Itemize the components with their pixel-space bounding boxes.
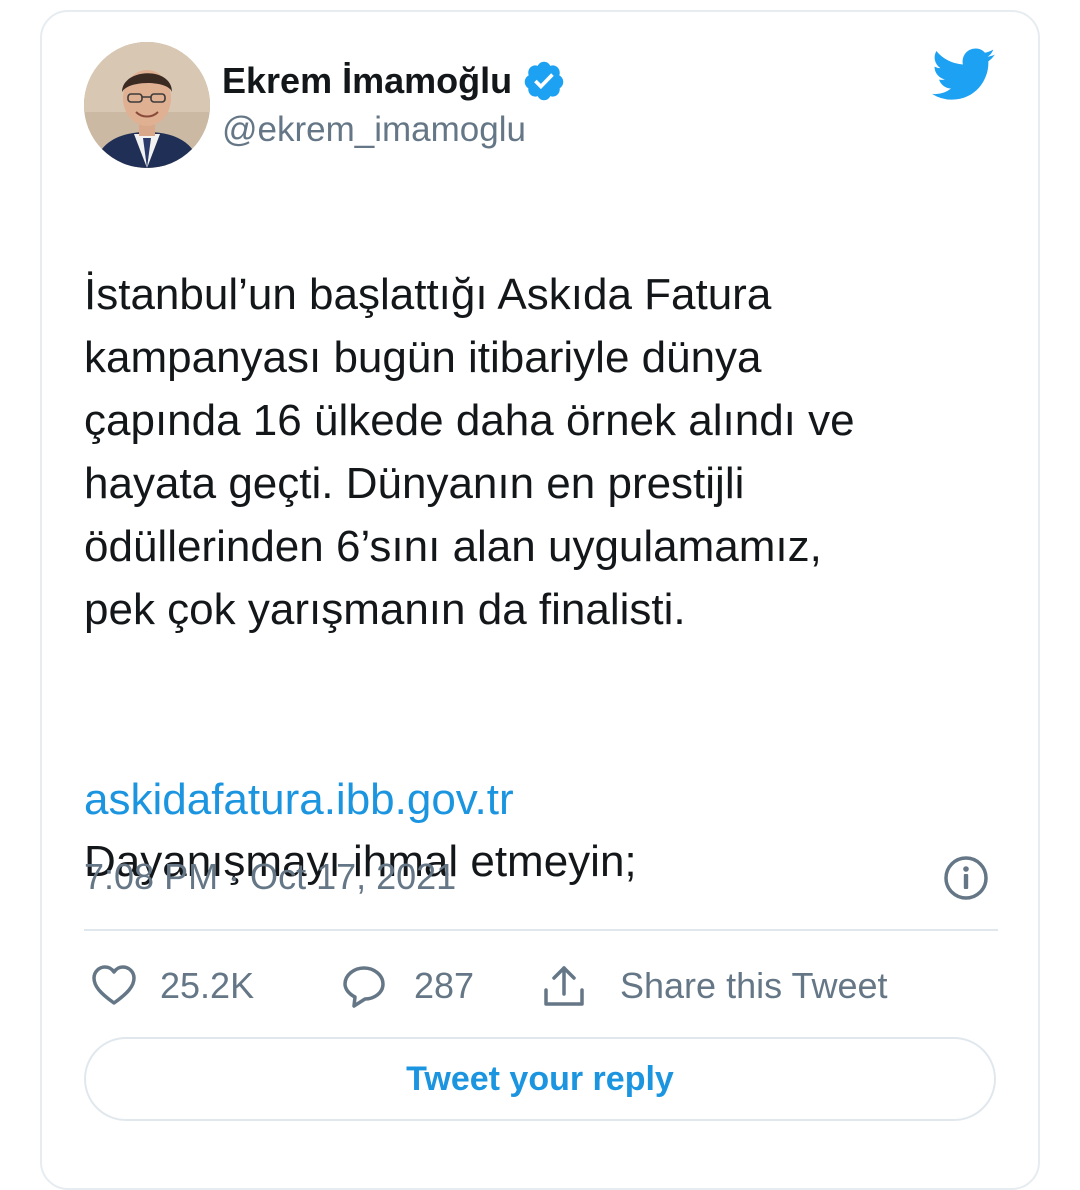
author-handle[interactable]: @ekrem_imamoglu <box>222 110 526 150</box>
tweet-spacer <box>84 704 1004 767</box>
tweet-link[interactable]: askidafatura.ibb.gov.tr <box>84 770 514 830</box>
tweet-your-reply-button[interactable]: Tweet your reply <box>84 1037 996 1121</box>
avatar-portrait-icon <box>84 42 210 168</box>
tweet-timestamp[interactable]: 7:08 PM · Oct 17, 2021 <box>84 853 456 901</box>
reply-count: 287 <box>414 965 475 1006</box>
author-name-row[interactable]: Ekrem İmamoğlu <box>222 56 566 106</box>
twitter-bird-icon[interactable] <box>932 48 996 104</box>
share-button[interactable]: Share this Tweet <box>540 958 888 1014</box>
like-button[interactable]: 25.2K <box>90 958 254 1014</box>
tweet-body: İstanbul’un başlattığı Askıda Fatura kam… <box>84 200 1004 956</box>
info-icon[interactable] <box>942 854 990 902</box>
reply-count-button[interactable]: 287 <box>340 958 474 1014</box>
comment-icon <box>343 966 385 1008</box>
tweet-actions: 25.2K 287 Share this Tweet <box>84 958 998 1014</box>
divider <box>84 929 998 931</box>
author-name[interactable]: Ekrem İmamoğlu <box>222 60 512 102</box>
reply-button-label: Tweet your reply <box>406 1059 674 1098</box>
tweet-paragraph: İstanbul’un başlattığı Askıda Fatura kam… <box>84 270 855 634</box>
share-label: Share this Tweet <box>620 965 888 1006</box>
like-count: 25.2K <box>160 965 255 1006</box>
verified-badge-icon <box>522 59 566 103</box>
share-icon <box>544 966 584 1006</box>
heart-icon <box>92 965 136 1005</box>
author-avatar[interactable] <box>84 42 210 168</box>
